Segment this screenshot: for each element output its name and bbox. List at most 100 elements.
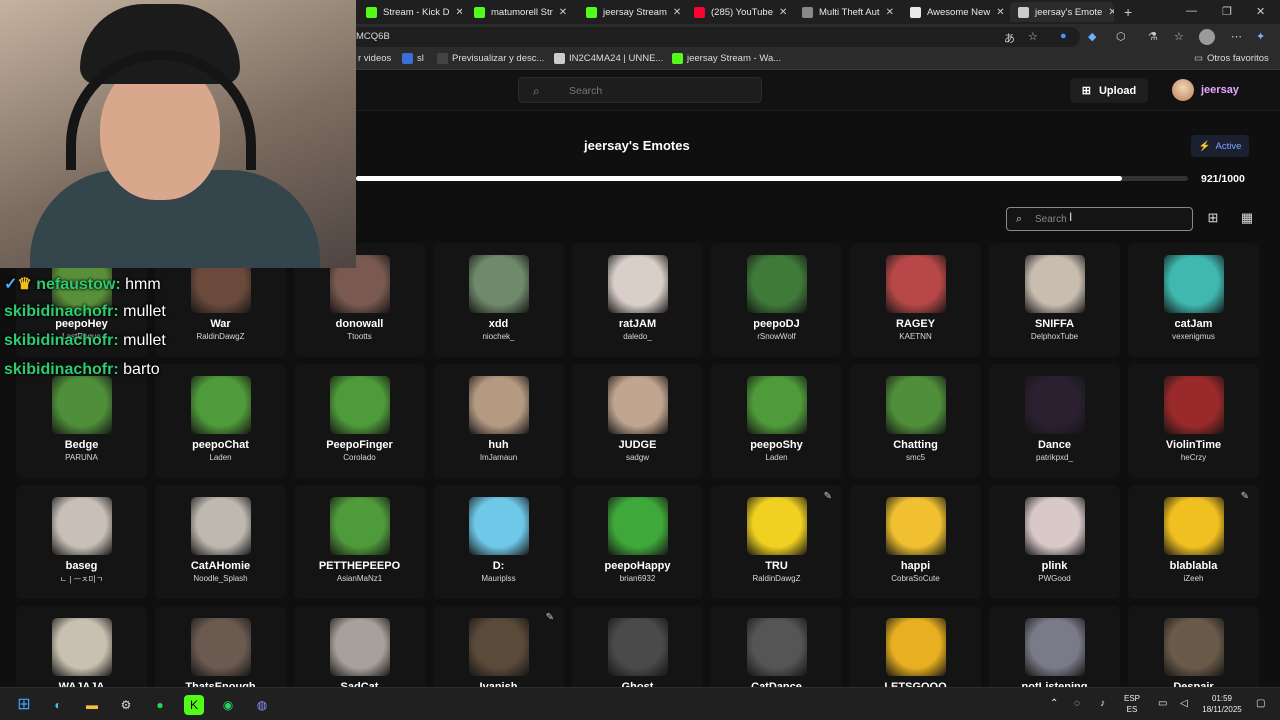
emote-author[interactable]: ImJamaun (433, 453, 564, 462)
discord-icon[interactable]: ◍ (252, 695, 272, 715)
microphone-icon[interactable]: ♪ (1100, 698, 1105, 709)
emote-card[interactable]: CatAHomie Noodle_Splash (155, 485, 286, 599)
emote-author[interactable]: iZeeh (1128, 574, 1259, 583)
file-explorer-icon[interactable]: ▬ (82, 695, 102, 715)
upload-button[interactable]: ⊞ Upload (1070, 78, 1148, 103)
browser-tab[interactable]: Multi Theft Aut ✕ (794, 2, 898, 22)
extension-icon[interactable]: ◆ (1088, 30, 1096, 43)
emote-card[interactable]: SNIFFA DelphoxTube (989, 243, 1120, 357)
emote-card[interactable]: notListening (989, 606, 1120, 687)
close-tab-icon[interactable]: ✕ (1108, 7, 1114, 18)
close-tab-icon[interactable]: ✕ (559, 7, 567, 18)
edit-pencil-icon[interactable]: ✎ (824, 491, 832, 502)
emote-card[interactable]: Despair (1128, 606, 1259, 687)
emote-author[interactable]: PWGood (989, 574, 1120, 583)
close-tab-icon[interactable]: ✕ (996, 7, 1004, 18)
browser-tab[interactable]: matumorell Str ✕ (466, 2, 570, 22)
bookmark-item[interactable]: IN2C4MA24 | UNNE... (554, 53, 663, 64)
emote-card[interactable]: SadCat (294, 606, 425, 687)
emote-card[interactable]: baseg ㄴ | ㅡㅈ미ㄱ (16, 485, 147, 599)
emote-author[interactable]: DelphoxTube (989, 332, 1120, 341)
volume-icon[interactable]: ◁ (1180, 698, 1188, 709)
emote-search-input[interactable]: ⌕ Search I (1006, 207, 1193, 231)
emote-author[interactable]: ㄴ | ㅡㅈ미ㄱ (16, 574, 147, 585)
emote-author[interactable]: rSnowWolf (711, 332, 842, 341)
emote-card[interactable]: xdd niochek_ (433, 243, 564, 357)
spotify-icon[interactable]: ● (150, 695, 170, 715)
new-tab-button[interactable]: + (1124, 4, 1132, 20)
edit-pencil-icon[interactable]: ✎ (1241, 491, 1249, 502)
emote-author[interactable]: CobraSoCute (850, 574, 981, 583)
emote-author[interactable]: AsianMaNz1 (294, 574, 425, 583)
whatsapp-icon[interactable]: ◉ (218, 695, 238, 715)
emote-card[interactable]: PETTHEPEEPO AsianMaNz1 (294, 485, 425, 599)
emote-card[interactable]: Ghost (572, 606, 703, 687)
emote-card[interactable]: ThatsEnough (155, 606, 286, 687)
emote-author[interactable]: Corolado (294, 453, 425, 462)
edit-pencil-icon[interactable]: ✎ (546, 612, 554, 623)
emote-card[interactable]: ViolinTime heCrzy (1128, 364, 1259, 478)
app-icon[interactable]: ⚙ (116, 695, 136, 715)
browser-tab[interactable]: jeersay Stream ✕ (578, 2, 682, 22)
emote-card[interactable]: happi CobraSoCute (850, 485, 981, 599)
clock[interactable]: 01:59 18/11/2025 (1198, 693, 1246, 715)
translate-icon[interactable]: あ (1004, 30, 1015, 46)
puzzle-icon[interactable]: ⬡ (1116, 30, 1126, 43)
emote-card[interactable]: peepoHappy brian6932 (572, 485, 703, 599)
browser-tab[interactable]: Stream - Kick D ✕ (358, 2, 462, 22)
emote-card[interactable]: CatDance (711, 606, 842, 687)
emote-author[interactable]: heCrzy (1128, 453, 1259, 462)
more-menu-icon[interactable]: ⋯ (1231, 30, 1242, 43)
username-link[interactable]: jeersay (1201, 84, 1239, 96)
tray-chevron-icon[interactable]: ⌃ (1050, 698, 1058, 709)
avatar[interactable] (1172, 79, 1194, 101)
emote-card[interactable]: plink PWGood (989, 485, 1120, 599)
emote-card[interactable]: peepoShy Laden (711, 364, 842, 478)
table-view-icon[interactable]: ▦ (1238, 210, 1256, 228)
emote-card[interactable]: JUDGE sadgw (572, 364, 703, 478)
minimize-icon[interactable]: — (1186, 5, 1197, 17)
emote-author[interactable]: PARUNA (16, 453, 147, 462)
close-window-icon[interactable]: ✕ (1256, 5, 1265, 18)
emote-card[interactable]: D: Mauriplss (433, 485, 564, 599)
emote-card[interactable]: TRU RaldinDawgZ ✎ (711, 485, 842, 599)
notifications-icon[interactable]: ▢ (1256, 698, 1265, 709)
emote-author[interactable]: Laden (711, 453, 842, 462)
bookmark-item[interactable]: Previsualizar y desc... (437, 53, 544, 64)
emote-card[interactable]: Dance patrikpxd_ (989, 364, 1120, 478)
browser-tab[interactable]: (285) YouTube ✕ (686, 2, 790, 22)
emote-author[interactable]: Noodle_Splash (155, 574, 286, 583)
browser-tab[interactable]: jeersay's Emote ✕ (1010, 2, 1114, 22)
favorites-icon[interactable]: ☆ (1174, 30, 1184, 43)
extension-icon[interactable]: ● (1060, 30, 1067, 42)
status-badge[interactable]: ⚡ Active (1191, 135, 1249, 157)
flask-icon[interactable]: ⚗ (1148, 30, 1158, 43)
windows-start-icon[interactable]: ⊞ (14, 695, 34, 715)
browser-tab[interactable]: Awesome New ✕ (902, 2, 1006, 22)
emote-card[interactable]: LETSGOOO (850, 606, 981, 687)
emote-author[interactable]: patrikpxd_ (989, 453, 1120, 462)
network-icon[interactable]: ▭ (1158, 698, 1167, 709)
emote-author[interactable]: vexenigmus (1128, 332, 1259, 341)
maximize-icon[interactable]: ❐ (1222, 5, 1232, 18)
bookmark-item[interactable]: r videos (358, 53, 391, 64)
emote-card[interactable]: WAJAJA (16, 606, 147, 687)
close-tab-icon[interactable]: ✕ (779, 7, 787, 18)
emote-author[interactable]: daledo_ (572, 332, 703, 341)
emote-card[interactable]: peepoDJ rSnowWolf (711, 243, 842, 357)
bookmark-item[interactable]: jeersay Stream - Wa... (672, 53, 781, 64)
close-tab-icon[interactable]: ✕ (673, 7, 681, 18)
profile-avatar[interactable] (1199, 29, 1215, 45)
bookmark-item[interactable]: sl (402, 53, 424, 64)
other-bookmarks[interactable]: ▭ Otros favoritos (1194, 53, 1269, 64)
star-icon[interactable]: ☆ (1028, 30, 1038, 43)
emote-card[interactable]: blablabla iZeeh ✎ (1128, 485, 1259, 599)
emote-card[interactable]: catJam vexenigmus (1128, 243, 1259, 357)
emote-card[interactable]: RAGEY KAETNN (850, 243, 981, 357)
emote-card[interactable]: Ivanish ✎ (433, 606, 564, 687)
language-indicator[interactable]: ESP ES (1124, 693, 1140, 715)
emote-author[interactable]: Laden (155, 453, 286, 462)
emote-author[interactable]: RaldinDawgZ (711, 574, 842, 583)
emote-author[interactable]: niochek_ (433, 332, 564, 341)
grid-view-icon[interactable]: ⊞ (1204, 210, 1222, 228)
